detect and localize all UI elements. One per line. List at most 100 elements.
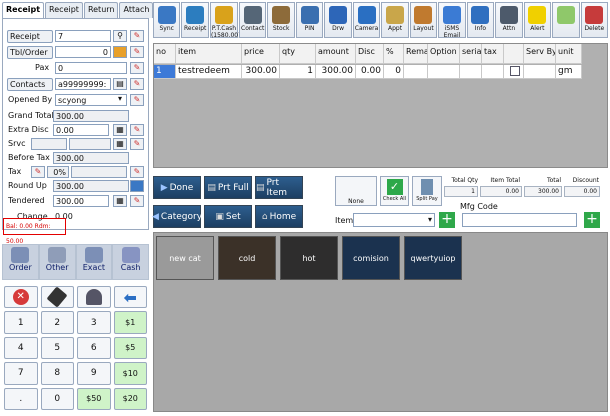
contacts-button[interactable]: Contacts — [7, 78, 53, 91]
key-5[interactable]: 5 — [40, 336, 74, 360]
column-header[interactable]: Option — [428, 44, 460, 64]
key-50-dollar[interactable]: $50 — [77, 387, 111, 410]
contact-button[interactable]: Contact — [238, 2, 267, 38]
column-header[interactable]: qty — [280, 44, 316, 64]
extra-disc-field[interactable]: 0.00 — [53, 124, 109, 136]
print-full-button[interactable]: ▤ Prt Full — [204, 176, 252, 199]
cash-button[interactable]: Cash — [113, 245, 148, 279]
key-7[interactable]: 7 — [4, 362, 38, 385]
check-all-button[interactable]: ✓ Check All — [380, 176, 409, 206]
backspace-key[interactable]: ⬅ — [113, 286, 147, 309]
cancel-key[interactable]: ✕ — [4, 286, 38, 309]
delete-button[interactable]: Delete — [580, 2, 609, 38]
print-item-button[interactable]: ▤ Prt Item — [255, 176, 303, 199]
table-cell[interactable]: 1 — [280, 65, 316, 79]
eraser-icon[interactable]: ✎ — [130, 94, 144, 106]
attention-button[interactable]: Attn — [495, 2, 523, 38]
add-mfg-icon[interactable]: + — [584, 212, 600, 228]
tab-return[interactable]: Return — [83, 2, 119, 18]
eraser-icon[interactable]: ✎ — [130, 62, 144, 74]
eraser-icon[interactable]: ✎ — [130, 78, 144, 90]
key-9[interactable]: 9 — [77, 362, 111, 385]
chevron-down-icon[interactable]: ▾ — [113, 94, 127, 106]
key-1[interactable]: 1 — [4, 311, 38, 334]
calculator-icon[interactable]: ▦ — [113, 195, 127, 207]
contact-card-icon[interactable]: ▤ — [113, 78, 127, 90]
stock-button[interactable]: Stock — [267, 2, 295, 38]
pax-field[interactable]: 0 — [55, 62, 127, 74]
table-cell[interactable] — [524, 65, 556, 79]
set-button[interactable]: ▣ Set — [204, 205, 252, 228]
tab-attach[interactable]: Attach — [119, 2, 154, 18]
table-cell[interactable]: 1 — [154, 65, 176, 79]
category-button[interactable]: cold — [218, 236, 276, 280]
table-cell[interactable] — [504, 65, 524, 79]
calculator-icon[interactable]: ▦ — [113, 138, 127, 150]
contacts-field[interactable]: a99999999: — [55, 78, 111, 90]
column-header[interactable]: seria — [460, 44, 482, 64]
done-button[interactable]: ▶ Done — [153, 176, 201, 199]
column-header[interactable]: % — [384, 44, 404, 64]
column-header[interactable]: amount — [316, 44, 356, 64]
new-button[interactable] — [552, 2, 580, 38]
column-header[interactable]: Rema — [404, 44, 428, 64]
receipt-button[interactable]: Receipt — [181, 2, 209, 38]
key-5-dollar[interactable]: $5 — [113, 336, 147, 360]
table-cell[interactable] — [482, 65, 504, 79]
info-button[interactable]: Info — [466, 2, 495, 38]
key-20-dollar[interactable]: $20 — [113, 387, 147, 410]
staff-key[interactable] — [77, 286, 111, 309]
table-cell[interactable] — [460, 65, 482, 79]
receipt-button[interactable]: Receipt — [7, 30, 53, 43]
layout-button[interactable]: Layout — [409, 2, 438, 38]
item-select[interactable]: ▾ — [353, 213, 435, 227]
column-header[interactable]: Disc — [356, 44, 384, 64]
add-item-icon[interactable]: + — [439, 212, 455, 228]
table-cell[interactable] — [428, 65, 460, 79]
column-header[interactable]: unit — [556, 44, 582, 64]
discount-key[interactable] — [40, 286, 74, 309]
mfg-code-field[interactable] — [462, 213, 577, 227]
key-4[interactable]: 4 — [4, 336, 38, 360]
sync-button[interactable]: Sync — [153, 2, 181, 38]
search-icon[interactable]: ⚲ — [113, 30, 127, 42]
table-cell[interactable]: 0.00 — [356, 65, 384, 79]
eraser-icon[interactable]: ✎ — [130, 138, 144, 150]
table-cell[interactable]: 0 — [384, 65, 404, 79]
key-10-dollar[interactable]: $10 — [113, 362, 147, 385]
home-button[interactable]: ⌂ Home — [255, 205, 303, 228]
table-cell[interactable]: gm — [556, 65, 582, 79]
none-button[interactable]: None — [335, 176, 377, 206]
table-icon[interactable] — [113, 46, 127, 58]
column-header[interactable]: item — [176, 44, 242, 64]
column-header[interactable] — [504, 44, 524, 64]
alert-button[interactable]: Alert — [523, 2, 552, 38]
tab-receipt[interactable]: Receipt — [2, 2, 45, 19]
key-button[interactable]: P.T.Cash (1580.00) — [209, 2, 240, 39]
category-button[interactable]: new cat — [156, 236, 214, 280]
table-order-field[interactable]: 0 — [55, 46, 111, 58]
column-header[interactable]: Serv By — [524, 44, 556, 64]
service-percent-field[interactable] — [31, 138, 67, 150]
table-order-button[interactable]: Tbl/Order — [7, 46, 53, 59]
table-cell[interactable] — [404, 65, 428, 79]
eraser-icon[interactable]: ✎ — [130, 46, 144, 58]
exact-button[interactable]: Exact — [76, 245, 112, 279]
appointment-button[interactable]: Appt — [381, 2, 409, 38]
checkbox[interactable] — [510, 66, 520, 76]
category-button[interactable]: qwertyuiop — [404, 236, 462, 280]
table-cell[interactable]: 300.00 — [242, 65, 280, 79]
eraser-icon[interactable]: ✎ — [130, 195, 144, 207]
category-button[interactable]: hot — [280, 236, 338, 280]
category-button[interactable]: ◀ Category — [152, 205, 202, 228]
table-row[interactable]: 1 testredeem 300.00 1 300.00 0.00 0 gm — [154, 65, 582, 79]
drawer-button[interactable]: Drw — [324, 2, 352, 38]
split-pay-button[interactable]: Split Pay — [412, 176, 442, 206]
category-button[interactable]: comision — [342, 236, 400, 280]
tab-receipt-info[interactable]: Receipt Info — [45, 2, 83, 28]
column-header[interactable]: tax — [482, 44, 504, 64]
camera-button[interactable]: Camera — [352, 2, 381, 38]
eraser-icon[interactable]: ✎ — [31, 166, 45, 178]
monitor-icon[interactable] — [130, 180, 144, 192]
eraser-icon[interactable]: ✎ — [130, 30, 144, 42]
